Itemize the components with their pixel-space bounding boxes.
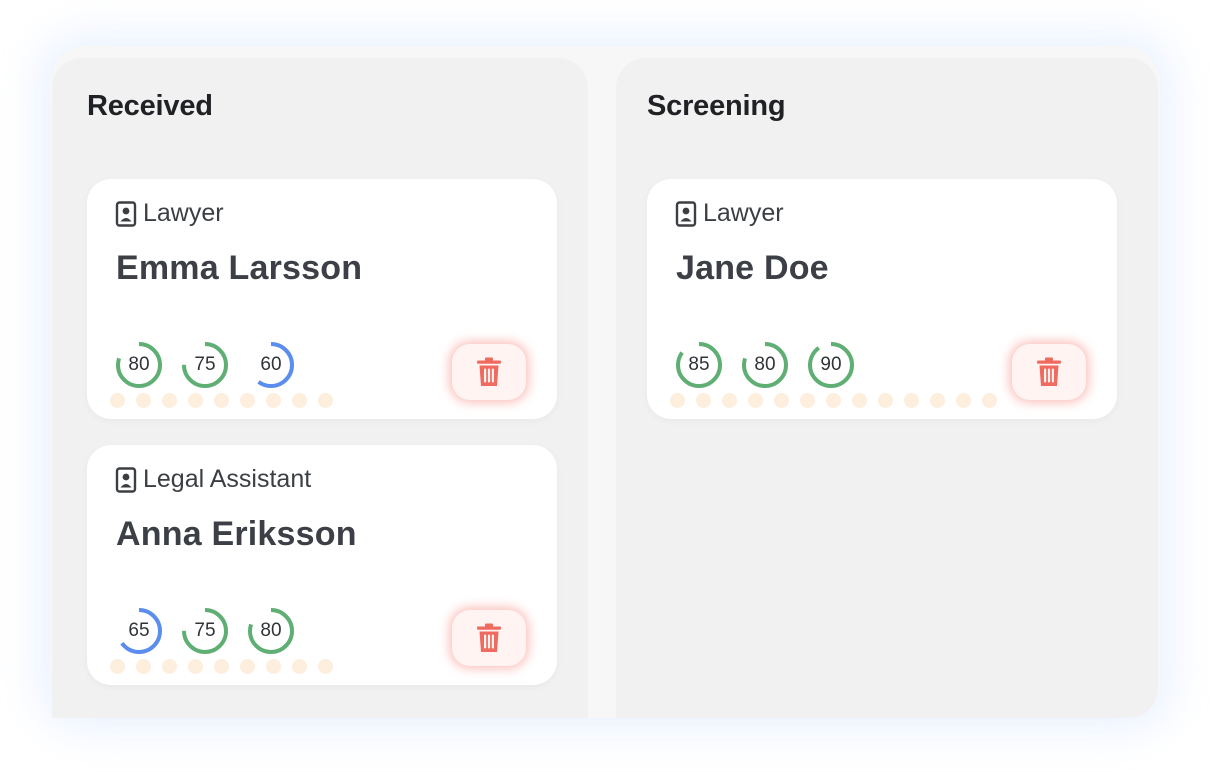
dot [982, 393, 997, 408]
candidate-card[interactable]: Lawyer Jane Doe 85 80 90 [647, 179, 1117, 419]
score-ring: 75 [181, 341, 229, 389]
role-label: Lawyer [703, 199, 784, 227]
dot [266, 659, 281, 674]
dot [318, 393, 333, 408]
delete-button[interactable] [452, 344, 526, 400]
dot [214, 659, 229, 674]
score-ring: 90 [807, 341, 855, 389]
dot [136, 393, 151, 408]
dot [136, 659, 151, 674]
dot [162, 393, 177, 408]
dot [214, 393, 229, 408]
dot [292, 393, 307, 408]
dot [670, 393, 685, 408]
score-value: 80 [260, 620, 282, 641]
dot-pattern [110, 659, 333, 674]
score-ring: 60 [247, 341, 295, 389]
score-ring: 80 [247, 607, 295, 655]
column-received: Received Lawyer Emma Larsson 80 75 60 Le… [52, 58, 588, 718]
score-value: 60 [260, 354, 282, 375]
candidate-name: Anna Eriksson [116, 515, 357, 553]
dot [162, 659, 177, 674]
score-value: 85 [688, 354, 710, 375]
role-row: Lawyer [675, 199, 784, 228]
role-label: Legal Assistant [143, 465, 312, 493]
score-ring: 75 [181, 607, 229, 655]
trash-icon [477, 357, 501, 386]
role-row: Lawyer [115, 199, 224, 228]
delete-button[interactable] [1012, 344, 1086, 400]
dot [800, 393, 815, 408]
score-ring: 65 [115, 607, 163, 655]
id-badge-icon [115, 200, 137, 227]
score-value: 80 [128, 354, 150, 375]
id-badge-icon [675, 200, 697, 227]
dot [774, 393, 789, 408]
dot-pattern [670, 393, 997, 408]
dot [956, 393, 971, 408]
dot [878, 393, 893, 408]
dot [748, 393, 763, 408]
column-title: Received [87, 90, 213, 122]
score-value: 65 [128, 620, 150, 641]
column-title: Screening [647, 90, 786, 122]
dot [240, 393, 255, 408]
dot [266, 393, 281, 408]
dot [292, 659, 307, 674]
dot [110, 659, 125, 674]
score-ring: 80 [741, 341, 789, 389]
delete-button[interactable] [452, 610, 526, 666]
trash-icon [477, 623, 501, 652]
score-list: 85 80 90 [675, 341, 855, 389]
score-list: 80 75 60 [115, 341, 295, 389]
dot [904, 393, 919, 408]
score-ring: 85 [675, 341, 723, 389]
score-ring: 80 [115, 341, 163, 389]
dot [240, 659, 255, 674]
column-screening: Screening Lawyer Jane Doe 85 80 90 [616, 58, 1158, 718]
id-badge-icon [115, 466, 137, 493]
dot [930, 393, 945, 408]
score-value: 80 [754, 354, 776, 375]
candidate-card[interactable]: Legal Assistant Anna Eriksson 65 75 80 [87, 445, 557, 685]
dot [696, 393, 711, 408]
candidate-name: Emma Larsson [116, 249, 363, 287]
dot [826, 393, 841, 408]
dot [188, 659, 203, 674]
score-value: 75 [194, 354, 216, 375]
dot [188, 393, 203, 408]
candidate-name: Jane Doe [676, 249, 829, 287]
dot-pattern [110, 393, 333, 408]
score-value: 90 [820, 354, 842, 375]
dot [318, 659, 333, 674]
role-label: Lawyer [143, 199, 224, 227]
role-row: Legal Assistant [115, 465, 311, 494]
candidate-card[interactable]: Lawyer Emma Larsson 80 75 60 [87, 179, 557, 419]
trash-icon [1037, 357, 1061, 386]
dot [722, 393, 737, 408]
score-value: 75 [194, 620, 216, 641]
dot [110, 393, 125, 408]
score-list: 65 75 80 [115, 607, 295, 655]
dot [852, 393, 867, 408]
